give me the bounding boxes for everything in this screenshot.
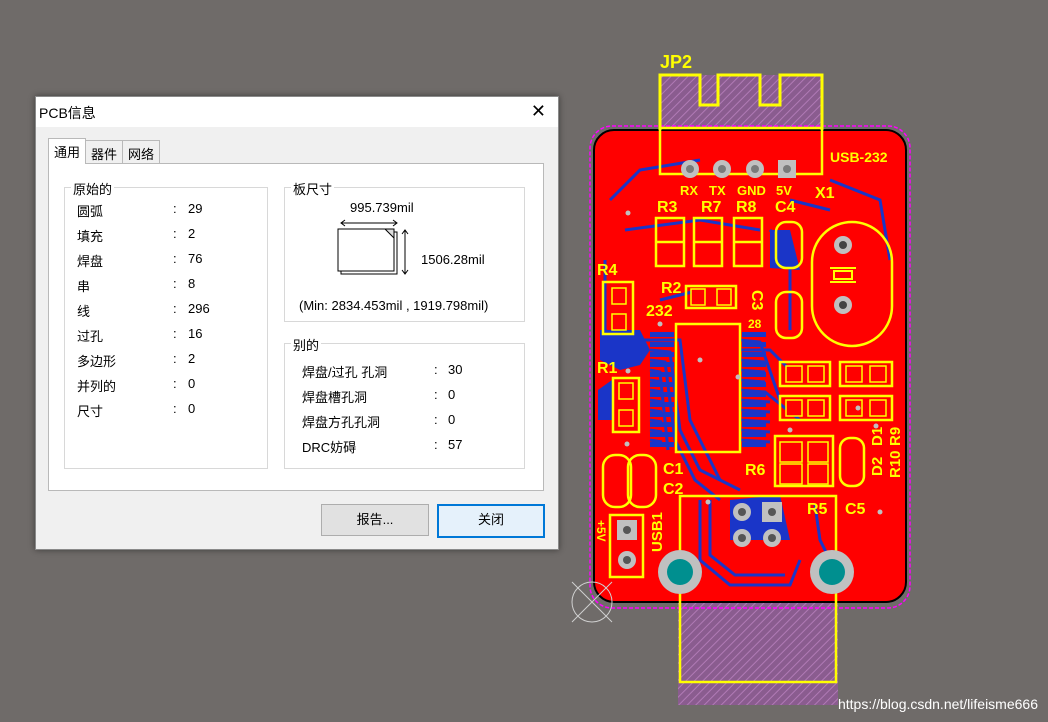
label-d2: D2	[869, 457, 886, 476]
label-gnd: GND	[737, 183, 766, 198]
usb-hatch	[678, 595, 838, 705]
label-232: 232	[646, 303, 673, 320]
label-c4: C4	[775, 199, 796, 216]
tab-general[interactable]: 通用	[48, 138, 87, 164]
label-rx: RX	[680, 183, 698, 198]
label-r5: R5	[807, 501, 828, 518]
label-c2: C2	[663, 481, 684, 498]
jp2-hatch	[660, 75, 822, 130]
label-x1: X1	[815, 185, 835, 202]
pcb-canvas[interactable]: JP2 USB-232 RX TX GND 5V X1 R3 R7 R8 C4 …	[0, 0, 1048, 722]
label-5v: 5V	[776, 183, 792, 198]
label-r3: R3	[657, 199, 678, 216]
label-board-name: USB-232	[830, 149, 888, 165]
label-pin28: 28	[748, 317, 762, 331]
label-jp2: JP2	[660, 52, 692, 72]
label-d1: D1	[869, 427, 886, 446]
label-c5: C5	[845, 501, 866, 518]
label-usb1: USB1	[649, 512, 666, 552]
watermark: https://blog.csdn.net/lifeisme666	[837, 696, 1038, 712]
label-r10: R10	[887, 450, 904, 478]
label-r4: R4	[597, 262, 618, 279]
label-r8: R8	[736, 199, 757, 216]
label-c1: C1	[663, 461, 684, 478]
label-tx: TX	[709, 183, 726, 198]
label-r2: R2	[661, 280, 682, 297]
label-plus5v: +5V	[594, 520, 608, 542]
label-r7: R7	[701, 199, 722, 216]
label-r1: R1	[597, 360, 618, 377]
label-c3: C3	[748, 290, 765, 311]
label-r9: R9	[887, 427, 904, 446]
origin-marker-icon	[571, 581, 613, 623]
label-r6: R6	[745, 462, 766, 479]
